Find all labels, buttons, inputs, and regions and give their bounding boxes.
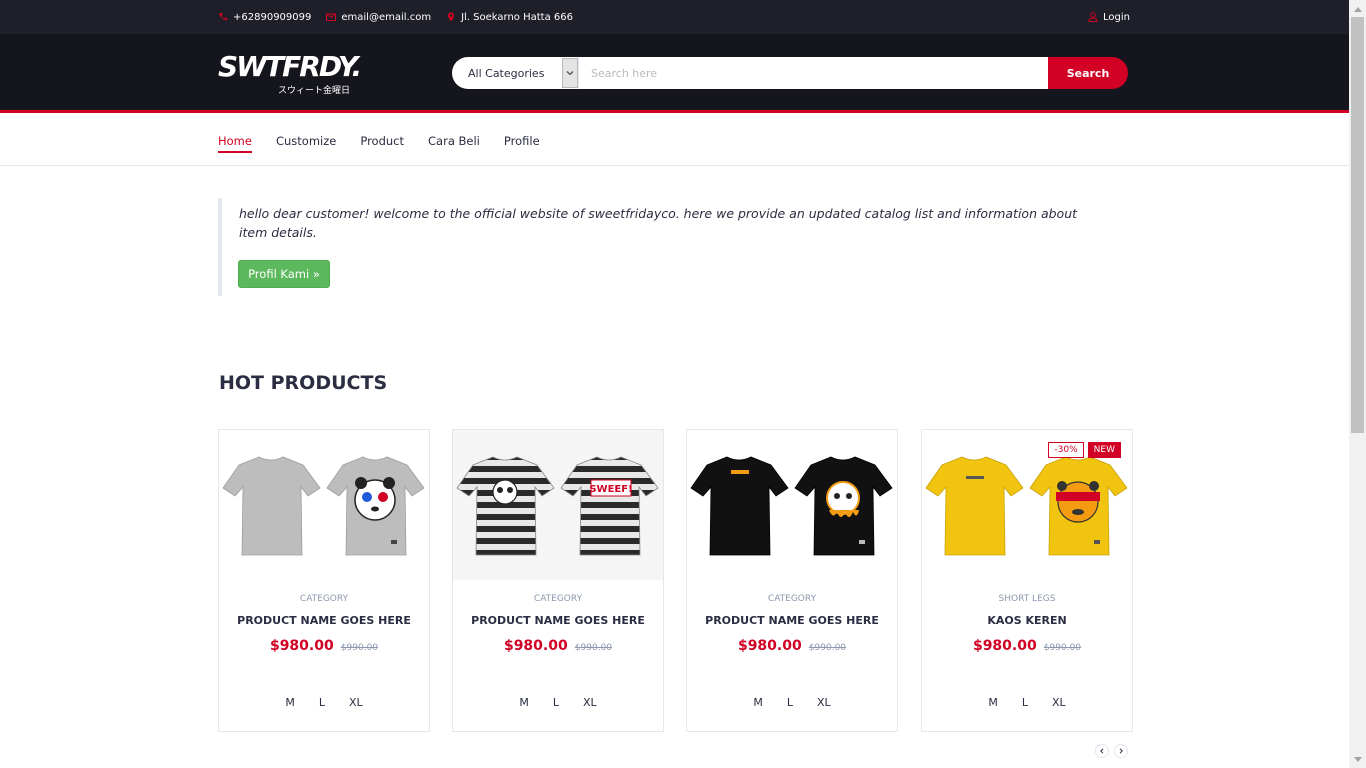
nav-item-home[interactable]: Home [218,130,252,153]
product-price: $980.00 $990.00 [687,635,897,654]
product-sizes: M L XL [453,696,663,709]
product-name[interactable]: PRODUCT NAME GOES HERE [687,614,897,627]
product-image[interactable] [219,430,429,580]
size-option[interactable]: XL [583,696,597,709]
slider-prev-button[interactable] [1095,744,1109,758]
nav-item-product[interactable]: Product [360,130,404,152]
product-category: SHORT LEGS [998,594,1056,604]
scroll-up-button[interactable] [1349,0,1366,17]
hot-products-title: HOT PRODUCTS [219,372,388,394]
svg-text:SWEEF!: SWEEF! [589,484,632,495]
search-form: All Categories Search [452,57,1128,89]
phone-icon [219,13,227,21]
product-image[interactable]: SWEEF! [453,430,663,580]
slider-next-button[interactable] [1114,744,1128,758]
tshirt-image: SWEEF! [453,430,663,580]
arrow-up-icon [1353,6,1362,12]
product-price-new: $980.00 [737,638,802,654]
new-badge: NEW [1087,442,1121,458]
size-option[interactable]: XL [349,696,363,709]
product-price-old: $990.00 [808,643,847,653]
size-option[interactable]: M [988,696,998,709]
size-option[interactable]: L [319,696,325,709]
size-option[interactable]: M [285,696,295,709]
product-category: CATEGORY [767,594,817,604]
product-labels: -30% NEW [1048,442,1121,458]
page-scrollbar[interactable] [1349,0,1366,768]
category-select[interactable]: All Categories [452,57,578,89]
size-option[interactable]: L [1022,696,1028,709]
main-header: SWTFRDY. スウィート金曜日 All Categories Search [0,34,1349,113]
category-select-value: All Categories [468,66,545,80]
product-price-new: $980.00 [972,638,1037,654]
product-name[interactable]: KAOS KEREN [922,614,1132,627]
sale-badge: -30% [1048,442,1084,458]
product-image[interactable] [687,430,897,580]
size-option[interactable]: M [753,696,763,709]
main-nav: Home Customize Product Cara Beli Profile [0,116,1349,166]
product-sizes: M L XL [922,696,1132,709]
nav-item-profile[interactable]: Profile [504,130,540,152]
nav-list: Home Customize Product Cara Beli Profile [218,116,564,166]
product-price-old: $990.00 [574,643,613,653]
welcome-text: hello dear customer! welcome to the offi… [239,206,1078,240]
logo-subtext: スウィート金曜日 [278,86,351,96]
login-text: Login [1103,11,1130,23]
profil-kami-button[interactable]: Profil Kami » [238,260,330,288]
tshirt-image [690,456,893,556]
arrow-down-icon [1353,756,1362,762]
login-link[interactable]: Login [1088,0,1130,34]
size-option[interactable]: L [787,696,793,709]
product-price-new: $980.00 [269,638,334,654]
product-category: CATEGORY [299,594,349,604]
search-button[interactable]: Search [1048,57,1128,89]
product-price-old: $990.00 [1043,643,1082,653]
search-input[interactable] [578,57,1048,89]
product-sizes: M L XL [687,696,897,709]
chevron-left-icon [1100,748,1104,754]
logo[interactable]: SWTFRDY. スウィート金曜日 [218,50,362,98]
size-option[interactable]: M [519,696,529,709]
size-option[interactable]: L [553,696,559,709]
scroll-down-button[interactable] [1349,751,1366,768]
product-category: CATEGORY [533,594,583,604]
scroll-thumb[interactable] [1351,17,1364,433]
product-card[interactable]: CATEGORY PRODUCT NAME GOES HERE $980.00 … [218,429,430,732]
nav-item-cara-beli[interactable]: Cara Beli [428,130,480,152]
user-icon [1088,12,1098,22]
top-bar: +62890909099 email@email.com Jl. Soekarn… [0,0,1349,34]
product-card[interactable]: -30% NEW SHORT LEGS KAOS KEREN $980.00 $… [921,429,1133,732]
product-price: $980.00 $990.00 [453,635,663,654]
category-select-arrow[interactable] [562,58,578,88]
nav-item-customize[interactable]: Customize [276,130,336,152]
top-bar-inner: +62890909099 email@email.com Jl. Soekarn… [218,0,1130,34]
address-text: Jl. Soekarno Hatta 666 [461,11,573,23]
product-price-old: $990.00 [340,643,379,653]
product-price: $980.00 $990.00 [219,635,429,654]
email-link[interactable]: email@email.com [326,12,431,23]
email-text: email@email.com [341,11,432,23]
logo-text: SWTFRDY. [218,50,362,83]
product-name[interactable]: PRODUCT NAME GOES HERE [453,614,663,627]
product-sizes: M L XL [219,696,429,709]
size-option[interactable]: XL [817,696,831,709]
envelope-icon [326,13,337,21]
phone-text: +62890909099 [233,11,312,23]
chevron-right-icon [1119,748,1123,754]
phone-link[interactable]: +62890909099 [218,12,311,23]
welcome-quote: hello dear customer! welcome to the offi… [218,198,1118,296]
product-card[interactable]: SWEEF! CATEGORY PRODUCT NAME GOES HERE $… [452,429,664,732]
map-marker-icon [448,12,455,22]
address-link[interactable]: Jl. Soekarno Hatta 666 [446,12,573,23]
slider-nav [1095,744,1133,758]
product-price-new: $980.00 [503,638,568,654]
product-card[interactable]: CATEGORY PRODUCT NAME GOES HERE $980.00 … [686,429,898,732]
product-price: $980.00 $990.00 [922,635,1132,654]
product-name[interactable]: PRODUCT NAME GOES HERE [219,614,429,627]
chevron-down-icon [566,71,574,76]
tshirt-image [222,456,425,556]
size-option[interactable]: XL [1052,696,1066,709]
